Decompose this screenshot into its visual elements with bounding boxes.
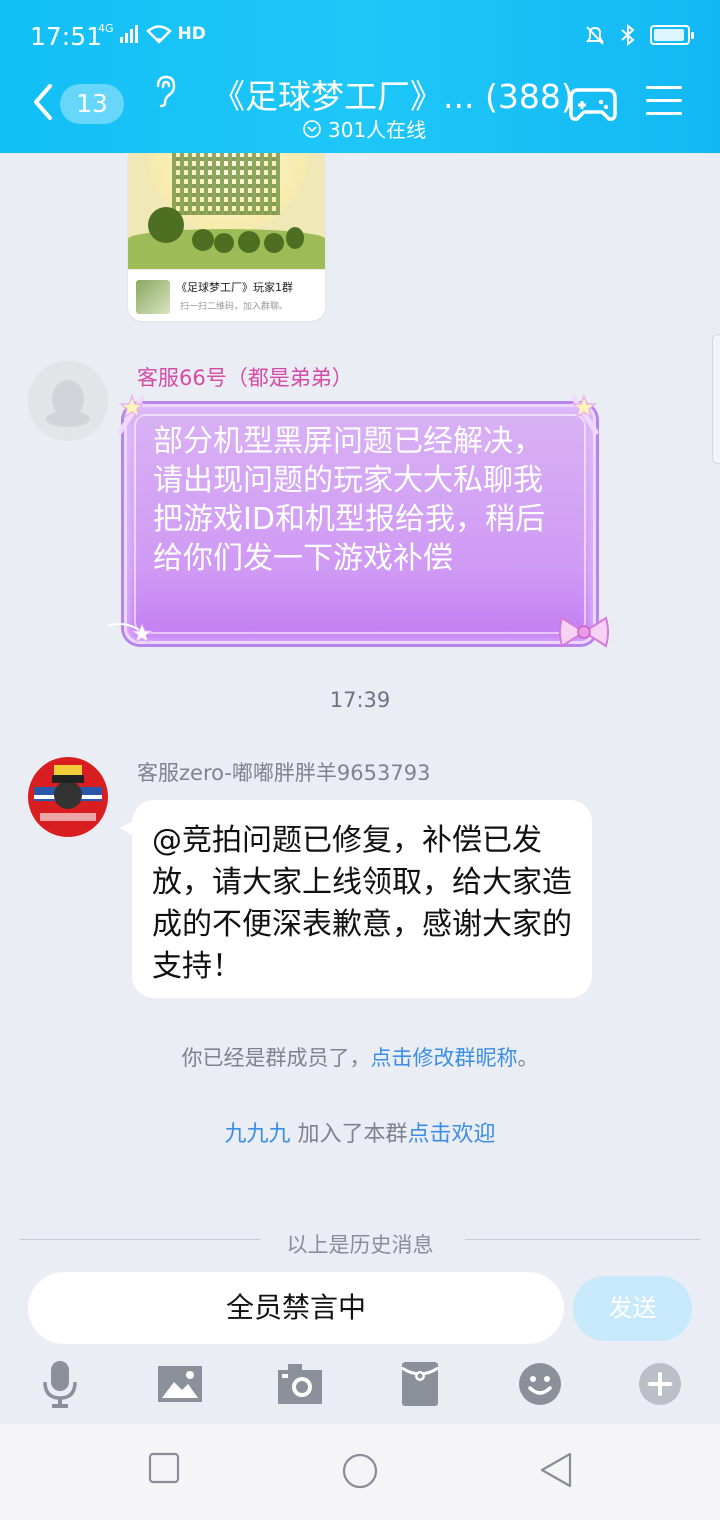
input-toolbar — [0, 1358, 720, 1418]
unread-count-badge[interactable]: 13 — [60, 84, 124, 124]
gamepad-icon[interactable] — [568, 84, 618, 124]
menu-icon[interactable] — [646, 86, 682, 116]
edit-nickname-link[interactable]: 点击修改群昵称 — [371, 1046, 518, 1070]
chat-title[interactable]: 《足球梦工厂》... (388) — [212, 70, 574, 118]
mute-bell-icon — [586, 26, 604, 45]
member-notice-text: 你已经是群成员了， — [181, 1046, 371, 1070]
group-thumbnail — [136, 280, 170, 314]
wifi-icon — [145, 25, 172, 44]
message-bubble[interactable]: 部分机型黑屏问题已经解决，请出现问题的玩家大大私聊我把游戏ID和机型报给我，稍后… — [107, 393, 609, 648]
qr-code-image — [128, 153, 325, 269]
join-notice: 九九九 加入了本群点击欢迎 — [0, 1116, 720, 1148]
status-time: 17:51 — [30, 22, 103, 51]
message-bubble[interactable]: @竞拍问题已修复，补偿已发放，请大家上线领取，给大家造成的不便深表歉意，感谢大家… — [120, 800, 592, 998]
star-trail-icon — [107, 622, 154, 644]
bluetooth-icon — [621, 24, 635, 46]
member-notice-end: 。 — [517, 1046, 539, 1070]
ear-icon[interactable] — [150, 74, 180, 108]
join-notice-text: 加入了本群 — [290, 1122, 408, 1147]
group-qr-card[interactable]: 《足球梦工厂》玩家1群 扫一扫二维码，加入群聊。 — [128, 153, 325, 321]
microphone-icon[interactable] — [36, 1358, 84, 1410]
history-label: 以上是历史消息 — [286, 1233, 434, 1257]
back-icon[interactable] — [28, 82, 58, 122]
recents-icon[interactable] — [148, 1452, 180, 1484]
scrollbar[interactable] — [712, 334, 720, 464]
chat-header: 17:51 4G HD 13 《足球梦工厂》... (388) 301人在线 — [0, 0, 720, 153]
red-packet-icon[interactable] — [396, 1358, 444, 1410]
sender-name[interactable]: 客服zero-嘟嘟胖胖羊9653793 — [137, 757, 430, 787]
joined-user-link[interactable]: 九九九 — [224, 1122, 290, 1147]
back-nav-icon[interactable] — [538, 1452, 574, 1488]
battery-icon — [650, 25, 694, 45]
default-avatar-icon — [46, 380, 90, 427]
status-bar: 17:51 4G HD — [0, 0, 720, 72]
sender-name[interactable]: 客服66号（都是弟弟） — [137, 362, 353, 392]
qr-group-name: 《足球梦工厂》玩家1群 — [176, 281, 293, 294]
message-text: @竞拍问题已修复，补偿已发放，请大家上线领取，给大家造成的不便深表歉意，感谢大家… — [152, 823, 572, 984]
signal-icon: 4G — [98, 21, 114, 35]
home-icon[interactable] — [341, 1452, 379, 1490]
qr-card-footer: 《足球梦工厂》玩家1群 扫一扫二维码，加入群聊。 — [128, 269, 325, 321]
camera-icon[interactable] — [276, 1358, 324, 1410]
message-input[interactable]: 全员禁言中 — [28, 1272, 564, 1344]
bow-icon — [559, 616, 609, 648]
message-timestamp: 17:39 — [329, 688, 391, 712]
signal-bars-icon — [119, 25, 138, 43]
system-navigation-bar — [0, 1424, 720, 1520]
system-indicators — [584, 24, 694, 46]
sparkle-wand-icon — [117, 393, 146, 435]
avatar[interactable] — [28, 361, 108, 441]
member-notice: 你已经是群成员了，点击修改群昵称。 — [0, 1042, 720, 1072]
welcome-link[interactable]: 点击欢迎 — [408, 1122, 496, 1147]
sparkle-wand-icon — [570, 393, 599, 435]
plus-icon[interactable] — [636, 1358, 684, 1410]
hd-icon: HD — [177, 24, 206, 44]
message-text: 部分机型黑屏问题已经解决，请出现问题的玩家大大私聊我把游戏ID和机型报给我，稍后… — [153, 424, 545, 576]
emoji-icon[interactable] — [516, 1358, 564, 1410]
avatar[interactable] — [28, 757, 108, 837]
chevron-down-circle-icon — [303, 119, 321, 138]
network-indicators: 4G HD — [98, 21, 206, 45]
online-count[interactable]: 301人在线 — [302, 114, 426, 143]
send-button[interactable]: 发送 — [573, 1276, 692, 1341]
image-icon[interactable] — [156, 1358, 204, 1410]
team-logo-icon — [34, 765, 102, 821]
online-count-label: 301人在线 — [328, 118, 427, 142]
qr-hint: 扫一扫二维码，加入群聊。 — [180, 302, 289, 312]
